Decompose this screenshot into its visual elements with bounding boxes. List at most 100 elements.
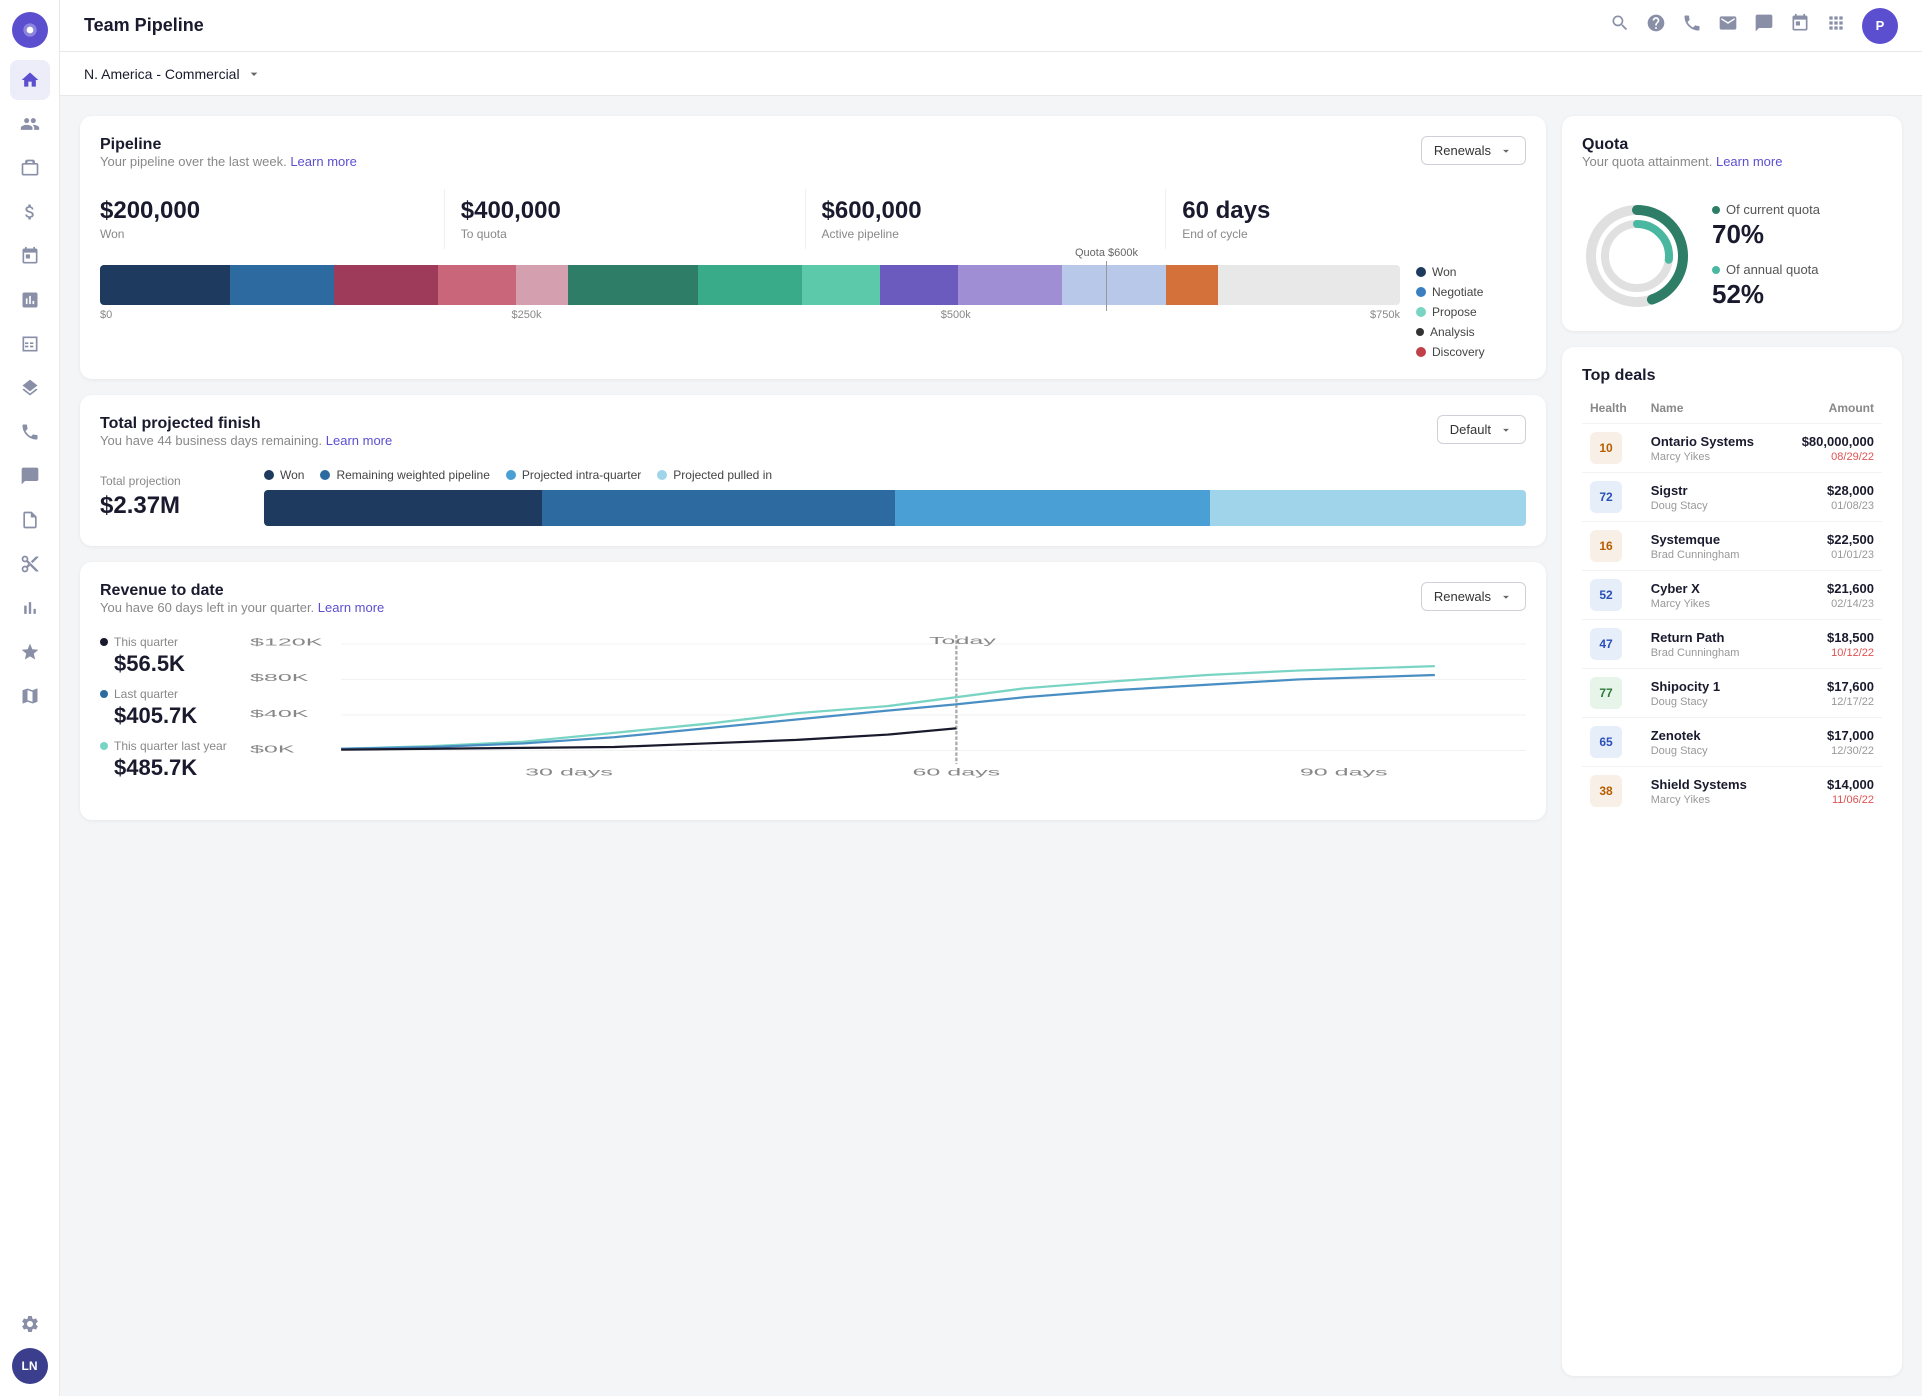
sidebar-item-settings[interactable] (10, 1304, 50, 1344)
sidebar-item-dollar[interactable] (10, 192, 50, 232)
quota-donut-row: Of current quota 70% Of annual quota 52% (1582, 201, 1882, 311)
projection-subtitle: You have 44 business days remaining. Lea… (100, 433, 392, 448)
right-column: Quota Your quota attainment. Learn more (1562, 116, 1902, 1376)
app-logo[interactable] (12, 12, 48, 48)
quota-current-item: Of current quota 70% (1712, 202, 1820, 250)
sidebar-item-barchart[interactable] (10, 588, 50, 628)
grid-icon[interactable] (1826, 13, 1846, 38)
deal-health-badge: 65 (1590, 726, 1622, 758)
deal-date: 01/08/23 (1788, 500, 1874, 512)
deal-amount: $28,000 (1788, 483, 1874, 498)
sidebar-item-layers[interactable] (10, 368, 50, 408)
sidebar-item-people[interactable] (10, 104, 50, 144)
svg-text:$120K: $120K (250, 637, 323, 648)
table-row[interactable]: 47 Return Path Brad Cunningham $18,500 1… (1582, 620, 1882, 669)
revenue-stat-current: This quarter $56.5K (100, 635, 230, 677)
pipeline-bar-container: Quota $600k (100, 265, 1400, 321)
deal-date: 01/01/23 (1788, 549, 1874, 561)
revenue-card: Revenue to date You have 60 days left in… (80, 562, 1546, 820)
deal-health-badge: 47 (1590, 628, 1622, 660)
chat-icon[interactable] (1754, 13, 1774, 38)
proj-legend-won: Won (264, 468, 304, 482)
pipeline-stats: $200,000 Won $400,000 To quota $600,000 … (100, 189, 1526, 249)
donut-svg (1582, 201, 1692, 311)
topbar-user-button[interactable]: P (1862, 8, 1898, 44)
deal-health-badge: 10 (1590, 432, 1622, 464)
revenue-left: This quarter $56.5K Last quarter $405.7K (100, 635, 230, 800)
legend-dot-discovery (1416, 347, 1426, 357)
projection-dropdown[interactable]: Default (1437, 415, 1526, 444)
sidebar-item-briefcase[interactable] (10, 148, 50, 188)
deal-date: 08/29/22 (1788, 451, 1874, 463)
projection-value: $2.37M (100, 492, 240, 520)
proj-dot-weighted (320, 470, 330, 480)
table-row[interactable]: 52 Cyber X Marcy Yikes $21,600 02/14/23 (1582, 571, 1882, 620)
sidebar-item-map[interactable] (10, 676, 50, 716)
email-icon[interactable] (1718, 13, 1738, 38)
table-row[interactable]: 65 Zenotek Doug Stacy $17,000 12/30/22 (1582, 718, 1882, 767)
user-avatar[interactable]: LN (12, 1348, 48, 1384)
pipeline-title: Pipeline (100, 136, 357, 154)
table-row[interactable]: 16 Systemque Brad Cunningham $22,500 01/… (1582, 522, 1882, 571)
revenue-stat-last: Last quarter $405.7K (100, 687, 230, 729)
deal-name: Cyber X (1651, 581, 1773, 596)
revenue-layout: This quarter $56.5K Last quarter $405.7K (100, 635, 1526, 800)
table-row[interactable]: 77 Shipocity 1 Doug Stacy $17,600 12/17/… (1582, 669, 1882, 718)
sidebar-item-calendar[interactable] (10, 236, 50, 276)
proj-seg-2 (542, 490, 895, 526)
table-row[interactable]: 72 Sigstr Doug Stacy $28,000 01/08/23 (1582, 473, 1882, 522)
bar-seg-13 (1218, 265, 1400, 305)
calendar-icon[interactable] (1790, 13, 1810, 38)
pipeline-chart-area: Quota $600k (100, 265, 1526, 359)
proj-dot-won (264, 470, 274, 480)
legend-dot-won (1416, 267, 1426, 277)
deal-health-badge: 38 (1590, 775, 1622, 807)
deal-health-badge: 77 (1590, 677, 1622, 709)
bar-seg-10 (958, 265, 1062, 305)
svg-text:$40K: $40K (250, 709, 309, 720)
deal-health-badge: 72 (1590, 481, 1622, 513)
pipeline-stat-cycle: 60 days End of cycle (1166, 189, 1526, 249)
sidebar-item-phone[interactable] (10, 412, 50, 452)
sidebar-item-star[interactable] (10, 632, 50, 672)
sidebar-item-home[interactable] (10, 60, 50, 100)
deal-name: Return Path (1651, 630, 1773, 645)
search-icon[interactable] (1610, 13, 1630, 38)
phone-icon[interactable] (1682, 13, 1702, 38)
table-row[interactable]: 10 Ontario Systems Marcy Yikes $80,000,0… (1582, 424, 1882, 473)
sidebar-item-message[interactable] (10, 456, 50, 496)
projection-learn-more[interactable]: Learn more (326, 433, 392, 448)
region-selector[interactable]: N. America - Commercial (84, 66, 262, 82)
col-health: Health (1582, 397, 1643, 424)
dot-year (100, 742, 108, 750)
stat-label-won: Won (100, 227, 428, 241)
sidebar-item-paper[interactable] (10, 500, 50, 540)
pipeline-dropdown[interactable]: Renewals (1421, 136, 1526, 165)
proj-legend-pulled: Projected pulled in (657, 468, 772, 482)
revenue-value-current: $56.5K (114, 651, 230, 677)
pipeline-stat-won: $200,000 Won (100, 189, 445, 249)
region-label: N. America - Commercial (84, 66, 240, 82)
deal-name: Ontario Systems (1651, 434, 1773, 449)
revenue-learn-more[interactable]: Learn more (318, 600, 384, 615)
table-row[interactable]: 38 Shield Systems Marcy Yikes $14,000 11… (1582, 767, 1882, 816)
sidebar-item-analytics[interactable] (10, 280, 50, 320)
deal-person: Doug Stacy (1651, 500, 1773, 512)
projection-bar (264, 490, 1526, 526)
deal-person: Doug Stacy (1651, 696, 1773, 708)
deal-amount: $17,000 (1788, 728, 1874, 743)
bar-seg-2 (230, 265, 334, 305)
sidebar-item-table[interactable] (10, 324, 50, 364)
quota-current-value: 70% (1712, 219, 1820, 250)
help-icon[interactable] (1646, 13, 1666, 38)
bar-labels: $0 $250k $500k $750k (100, 309, 1400, 321)
stat-label-quota: To quota (461, 227, 789, 241)
revenue-dropdown[interactable]: Renewals (1421, 582, 1526, 611)
proj-seg-4 (1210, 490, 1526, 526)
quota-learn-more[interactable]: Learn more (1716, 154, 1782, 169)
pipeline-learn-more[interactable]: Learn more (290, 154, 356, 169)
svg-text:$80K: $80K (250, 673, 309, 684)
sidebar-item-scissors[interactable] (10, 544, 50, 584)
quota-stats: Of current quota 70% Of annual quota 52% (1712, 202, 1820, 310)
bar-seg-1 (100, 265, 230, 305)
